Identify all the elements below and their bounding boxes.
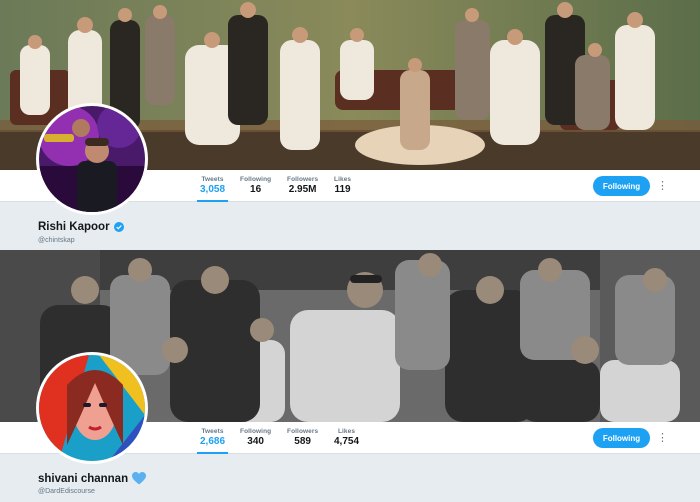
stat-value: 340 — [247, 436, 264, 447]
stat-label: Following — [240, 176, 272, 183]
more-options-icon[interactable]: ⋮ — [657, 429, 668, 447]
stat-label: Likes — [334, 176, 352, 183]
avatar[interactable] — [36, 352, 148, 464]
following-stat[interactable]: Following 340 — [240, 428, 271, 447]
profile-name[interactable]: shivani channan — [38, 473, 128, 485]
stat-label: Followers — [287, 176, 319, 183]
stat-label: Tweets — [201, 428, 224, 435]
stat-value: 2,686 — [200, 436, 226, 447]
profile-card-rishi: Tweets 3,058 Following 16 Followers 2.95… — [0, 0, 700, 250]
stat-label: Likes — [337, 428, 356, 435]
likes-stat[interactable]: Likes 4,754 — [334, 428, 359, 447]
likes-stat[interactable]: Likes 119 — [334, 176, 351, 195]
profile-name-row: Rishi Kapoor — [38, 221, 124, 233]
following-stat[interactable]: Following 16 — [240, 176, 271, 195]
following-button[interactable]: Following — [593, 176, 650, 196]
tweets-stat[interactable]: Tweets 2,686 — [196, 428, 229, 454]
stat-value: 2.95M — [288, 184, 317, 195]
profile-handle[interactable]: @chintskap — [38, 237, 75, 244]
tweets-stat[interactable]: Tweets 3,058 — [196, 176, 229, 202]
stat-label: Following — [240, 428, 272, 435]
profile-handle[interactable]: @DardEdiscourse — [38, 488, 95, 495]
profile-card-shivani: Tweets 2,686 Following 340 Followers 589… — [0, 250, 700, 502]
followers-stat[interactable]: Followers 2.95M — [287, 176, 318, 195]
stat-label: Tweets — [201, 176, 224, 183]
blue-heart-icon — [132, 472, 147, 485]
following-button[interactable]: Following — [593, 428, 650, 448]
profile-name-row: shivani channan — [38, 472, 147, 485]
stat-value: 589 — [294, 436, 311, 447]
avatar[interactable] — [36, 103, 148, 215]
stat-value: 4,754 — [334, 436, 360, 447]
profile-name[interactable]: Rishi Kapoor — [38, 221, 110, 233]
stat-value: 3,058 — [200, 184, 226, 195]
stat-value: 16 — [250, 184, 262, 195]
more-options-icon[interactable]: ⋮ — [657, 177, 668, 195]
verified-icon — [113, 222, 124, 232]
stat-value: 119 — [334, 184, 351, 195]
stat-label: Followers — [287, 428, 319, 435]
followers-stat[interactable]: Followers 589 — [287, 428, 318, 447]
